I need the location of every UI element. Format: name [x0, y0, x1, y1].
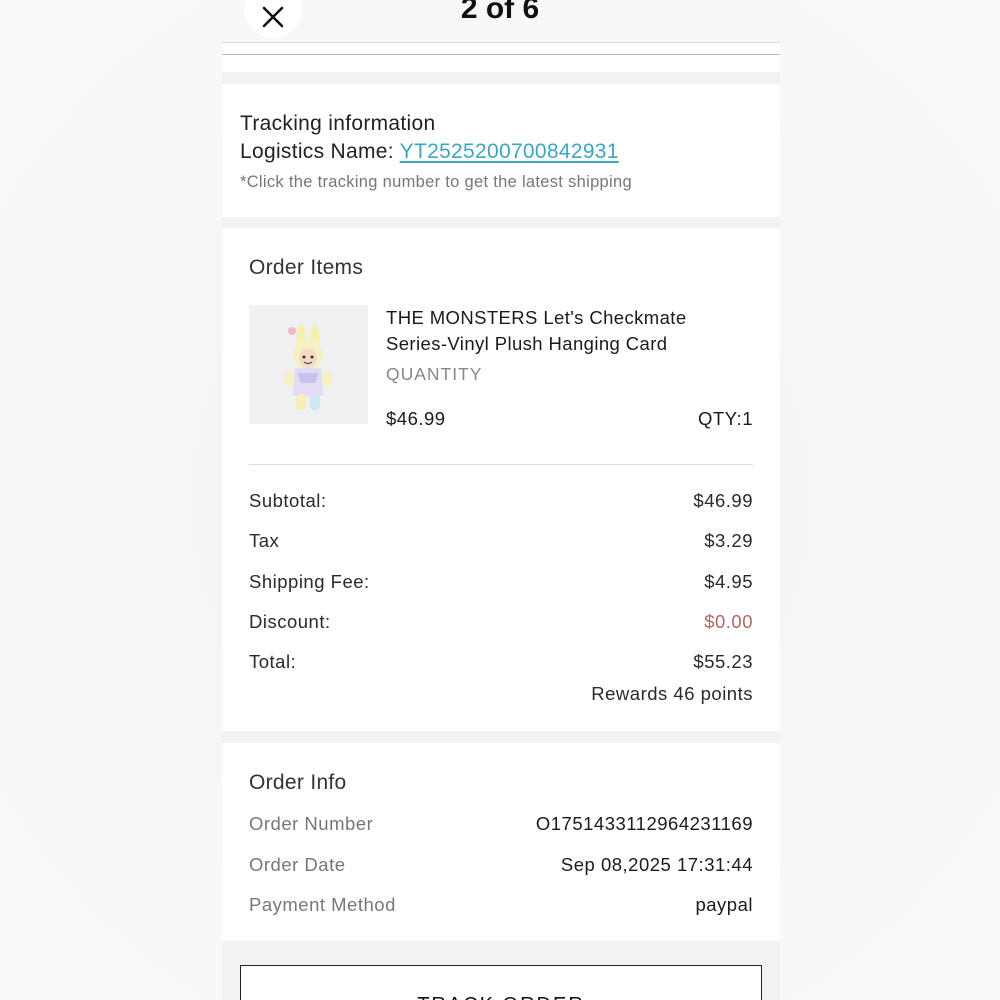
- order-date-label: Order Date: [249, 854, 346, 875]
- subtotal-value: $46.99: [693, 490, 753, 511]
- discount-label: Discount:: [249, 611, 331, 632]
- quantity-label: QUANTITY: [386, 364, 483, 384]
- order-number-row: Order Number O1751433112964231169: [249, 813, 753, 835]
- total-row: Total: $55.23: [249, 651, 753, 673]
- tax-row: Tax $3.29: [249, 530, 753, 552]
- product-name[interactable]: THE MONSTERS Let's Checkmate Series-Viny…: [386, 305, 716, 357]
- order-info-title: Order Info: [249, 771, 347, 794]
- divider: [222, 54, 780, 55]
- discount-row: Discount: $0.00: [249, 611, 753, 633]
- logistics-row: Logistics Name: YT2525200700842931: [240, 138, 762, 166]
- shipping-label: Shipping Fee:: [249, 571, 370, 592]
- tracking-note: *Click the tracking number to get the la…: [240, 173, 632, 191]
- product-price: $46.99: [386, 408, 446, 429]
- tracking-card: Tracking information Logistics Name: YT2…: [222, 84, 780, 217]
- order-items-card: Order Items THE MONSTERS Let's Checkmate…: [222, 228, 780, 731]
- rewards-points: Rewards 46 points: [591, 683, 753, 704]
- logistics-label: Logistics Name:: [240, 140, 394, 163]
- tracking-title: Tracking information: [240, 112, 436, 135]
- tax-label: Tax: [249, 530, 280, 551]
- order-number-label: Order Number: [249, 813, 374, 834]
- payment-method-value: paypal: [695, 894, 753, 915]
- order-number-value: O1751433112964231169: [535, 813, 753, 834]
- tax-value: $3.29: [704, 530, 753, 551]
- product-thumbnail[interactable]: [249, 305, 368, 424]
- order-items-title: Order Items: [249, 256, 364, 279]
- total-label: Total:: [249, 651, 297, 672]
- subtotal-label: Subtotal:: [249, 490, 327, 511]
- image-counter: 2 of 6: [460, 0, 540, 25]
- order-info-card: Order Info Order Number O175143311296423…: [222, 743, 780, 941]
- track-order-button[interactable]: TRACK ORDER: [240, 965, 762, 1000]
- discount-value: $0.00: [704, 611, 753, 632]
- shipping-row: Shipping Fee: $4.95: [249, 571, 753, 593]
- close-icon: [262, 6, 284, 28]
- subtotal-row: Subtotal: $46.99: [249, 490, 753, 512]
- divider: [249, 464, 753, 465]
- payment-method-row: Payment Method paypal: [249, 894, 753, 916]
- order-date-value: Sep 08,2025 17:31:44: [560, 854, 753, 875]
- shipping-value: $4.95: [704, 571, 753, 592]
- payment-method-label: Payment Method: [249, 894, 396, 915]
- product-qty: QTY:1: [698, 408, 753, 429]
- tracking-number-link[interactable]: YT2525200700842931: [400, 140, 619, 163]
- product-image: [284, 325, 332, 410]
- order-detail-screenshot: Tracking information Logistics Name: YT2…: [222, 42, 780, 1000]
- total-value: $55.23: [693, 651, 753, 672]
- top-separator: [222, 42, 780, 72]
- order-date-row: Order Date Sep 08,2025 17:31:44: [249, 854, 753, 876]
